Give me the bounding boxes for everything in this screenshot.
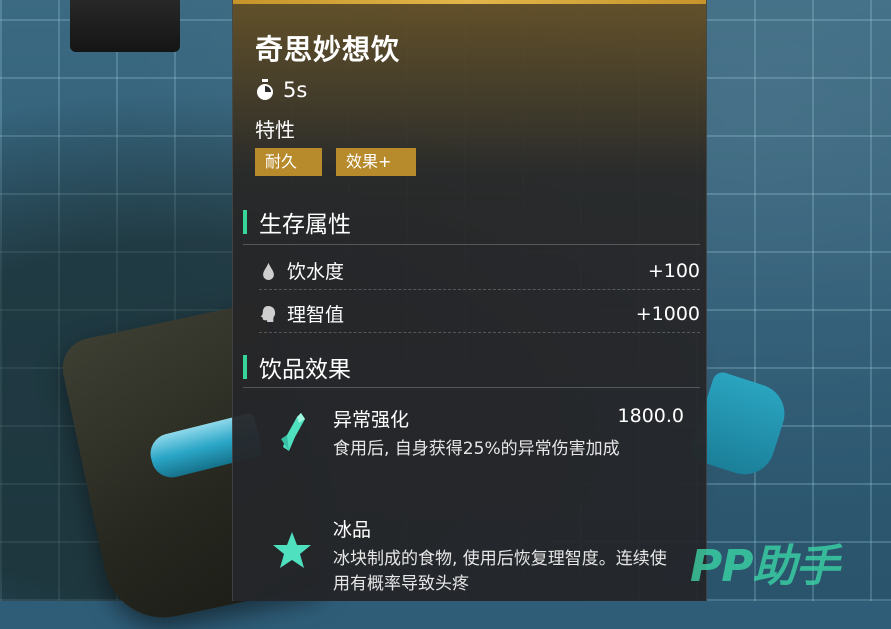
item-info-panel: 奇思妙想饮 5s 特性 耐久 效果+ 生存属性 饮水度 +100 理智值 +10…	[232, 0, 707, 601]
effect-name: 冰品	[333, 519, 372, 541]
time-value: 5s	[283, 78, 308, 102]
effect-description: 食用后, 自身获得25%的异常伤害加成	[333, 439, 620, 459]
stat-value: +100	[647, 259, 700, 282]
section-accent-bar	[243, 210, 247, 234]
trait-tag: 效果+	[336, 148, 416, 176]
crystal-shard-icon	[281, 413, 305, 451]
stat-label: 饮水度	[287, 261, 345, 283]
effect-description: 冰块制成的食物, 使用后恢复理智度。连续使用有概率导致头疼	[333, 549, 667, 594]
stat-row: 饮水度 +100	[259, 257, 700, 284]
section-title: 生存属性	[259, 212, 351, 238]
stopwatch-icon	[257, 79, 273, 100]
divider	[243, 244, 700, 245]
time-row: 5s	[255, 78, 307, 102]
section-accent-bar	[243, 355, 247, 379]
effect-name: 异常强化	[333, 409, 410, 431]
star-icon	[273, 532, 311, 568]
section-drink-effects: 饮品效果	[243, 350, 351, 384]
effect-value: 1800.0	[617, 405, 684, 427]
trait-tag: 耐久	[255, 148, 322, 176]
section-title: 饮品效果	[259, 357, 351, 383]
trait-tags: 耐久 效果+	[255, 148, 416, 176]
item-title: 奇思妙想饮	[255, 33, 401, 66]
watermark-logo: PP助手	[690, 541, 839, 592]
section-survival: 生存属性	[243, 205, 351, 239]
stat-row: 理智值 +1000	[259, 300, 700, 327]
stat-label: 理智值	[287, 304, 345, 326]
background-case	[70, 0, 180, 52]
stat-value: +1000	[635, 302, 700, 325]
water-drop-icon	[259, 261, 277, 281]
head-icon	[259, 304, 277, 324]
traits-label: 特性	[255, 118, 295, 142]
row-separator	[259, 332, 700, 333]
row-separator	[259, 289, 700, 290]
divider	[243, 387, 700, 388]
